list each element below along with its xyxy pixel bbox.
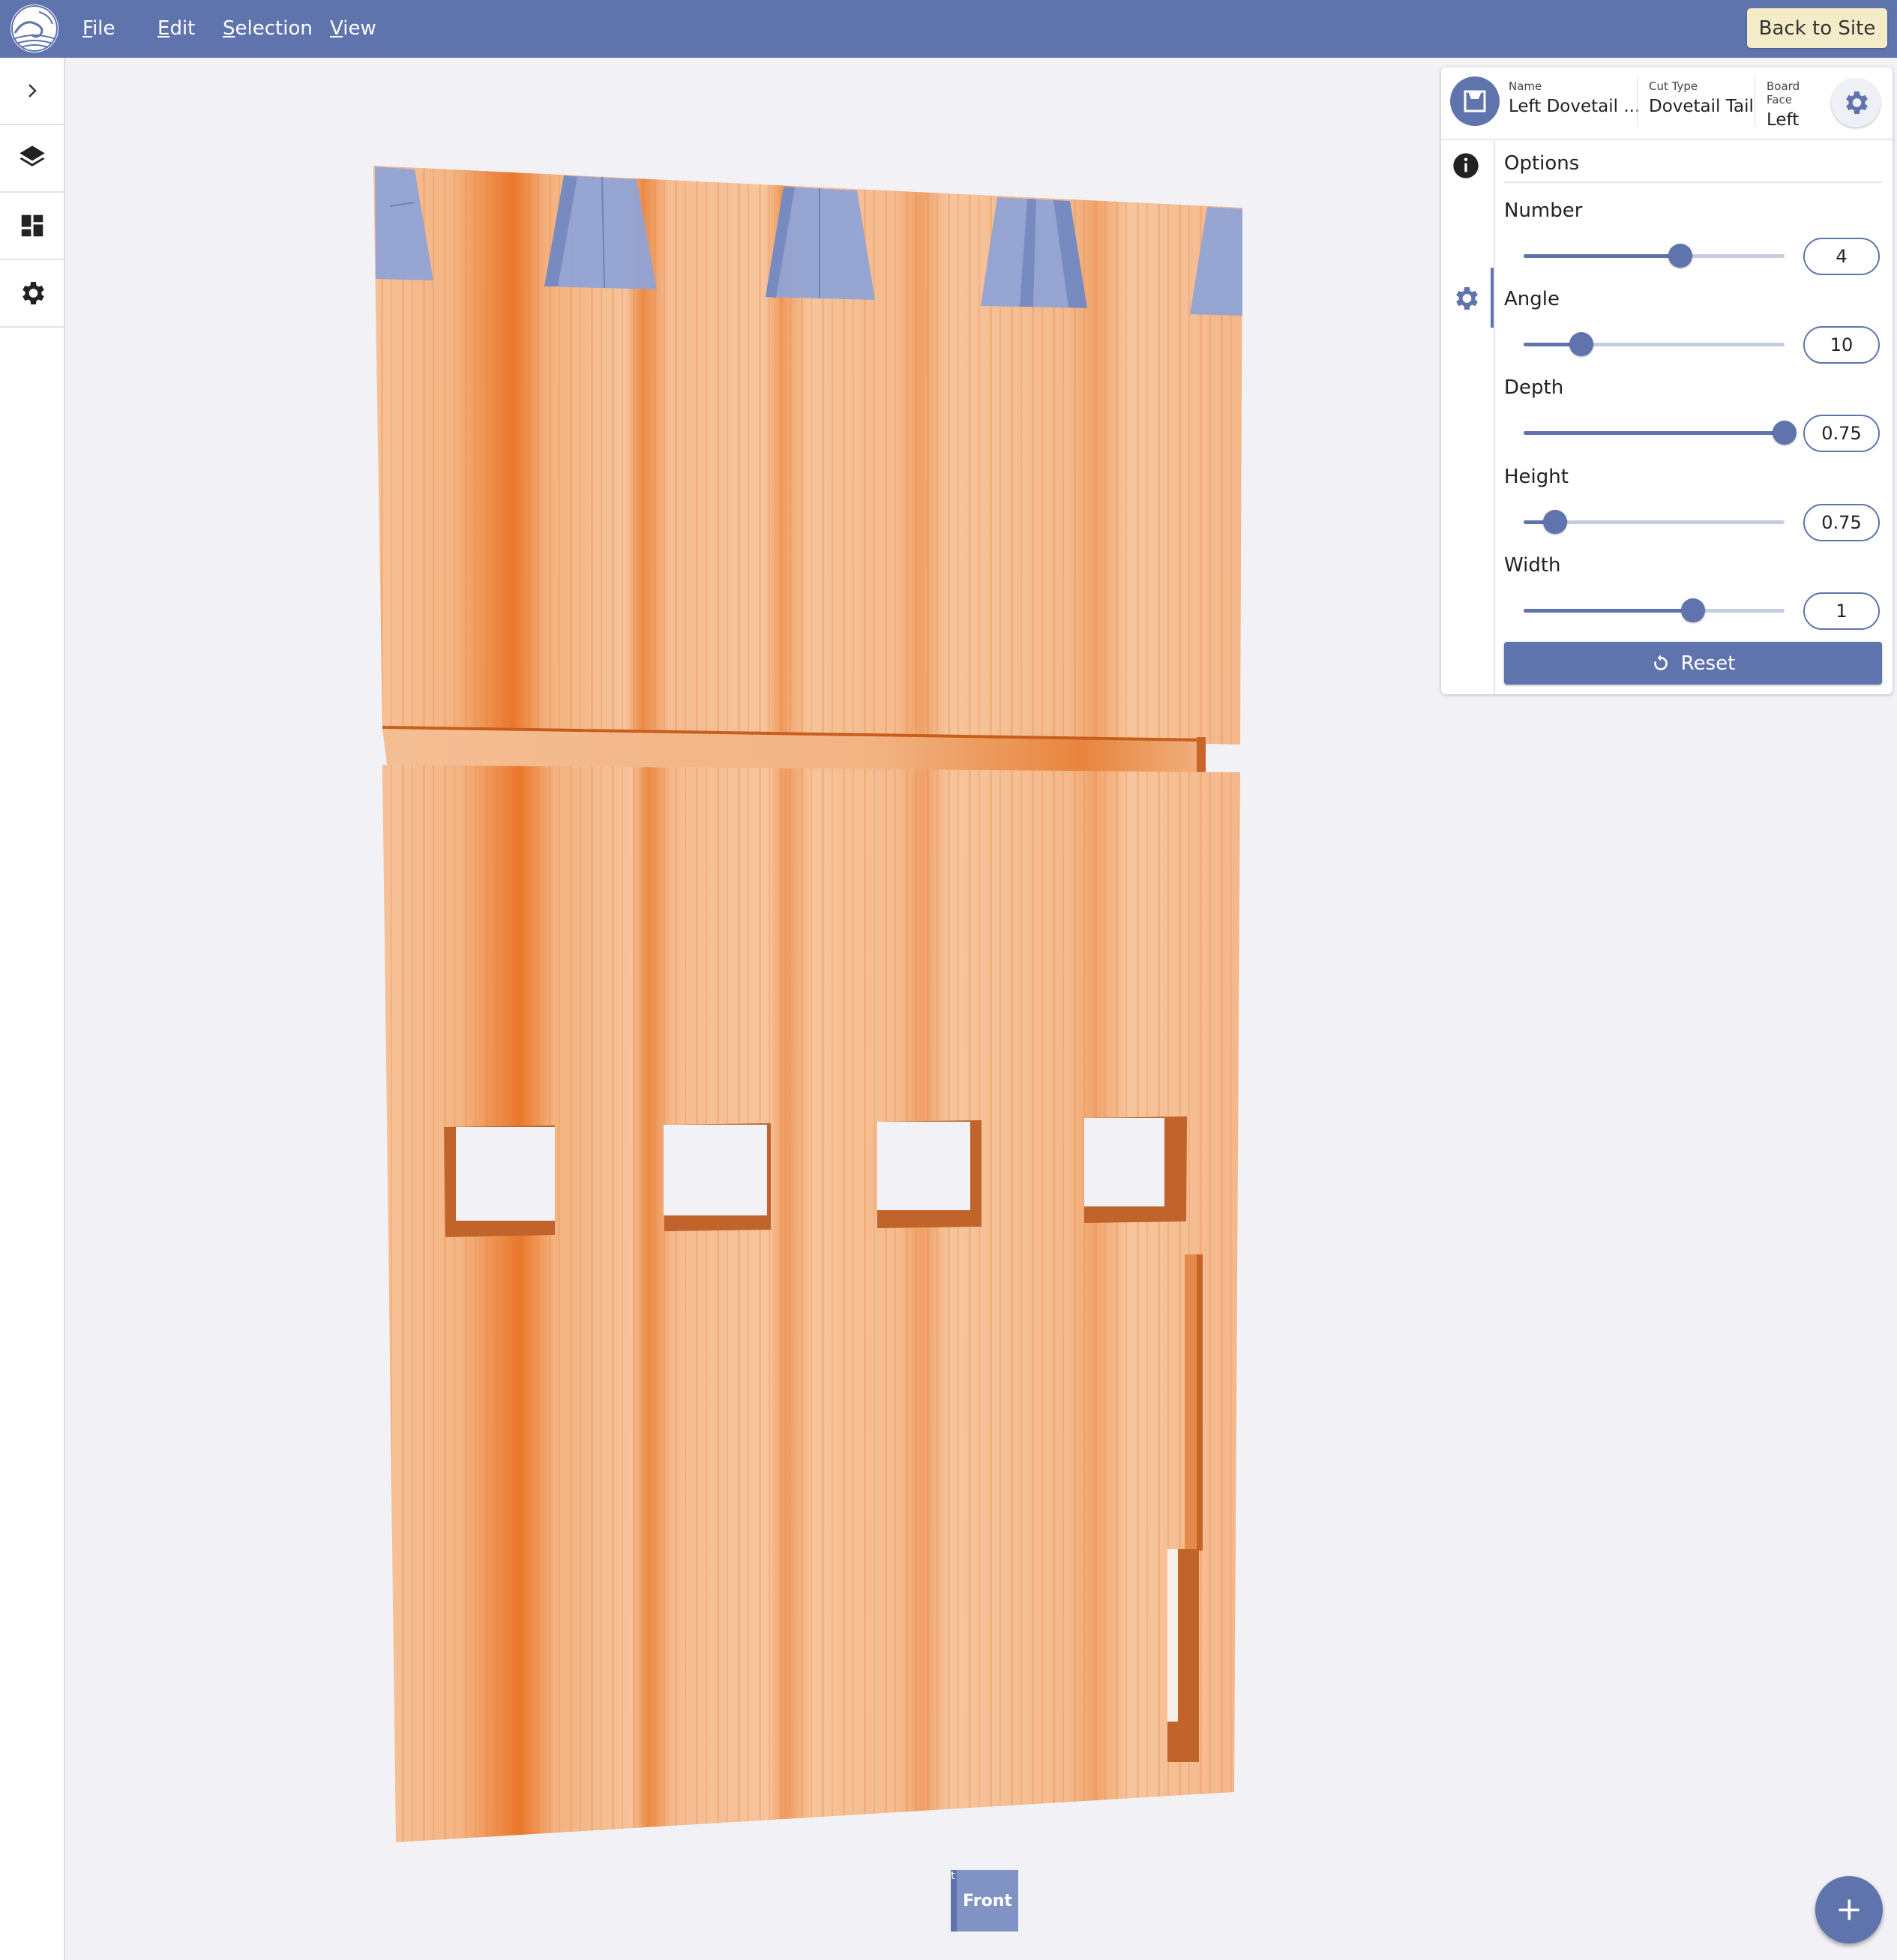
reset-label: Reset [1680, 652, 1736, 675]
left-sidebar [0, 58, 65, 1960]
chevron-right-icon [28, 84, 37, 97]
reset-button[interactable]: Reset [1504, 642, 1882, 685]
info-icon [1453, 153, 1479, 178]
angle-label: Angle [1504, 288, 1560, 310]
gear-icon [1456, 287, 1478, 310]
height-slider[interactable] [1524, 510, 1785, 534]
cut-type-value: Dovetail Tail [1649, 97, 1754, 116]
back-to-site-button[interactable]: Back to Site [1747, 8, 1887, 48]
slider-thumb[interactable] [1542, 510, 1567, 534]
number-label: Number [1504, 199, 1583, 222]
plus-icon [1839, 1899, 1860, 1920]
add-button[interactable] [1815, 1876, 1883, 1944]
depth-input[interactable]: 0.75 [1803, 415, 1880, 452]
slider-thumb[interactable] [1569, 332, 1593, 356]
name-value: Left Dovetail ... [1509, 97, 1641, 116]
slider-thumb[interactable] [1668, 244, 1692, 268]
slider-fill [1524, 254, 1680, 258]
slider-fill [1524, 609, 1694, 613]
cut-type-label: Cut Type [1649, 79, 1698, 93]
width-slider[interactable] [1524, 598, 1785, 622]
view-cube-front-label: Front [963, 1891, 1012, 1911]
menu-edit[interactable]: Edit [157, 13, 195, 43]
layers-button[interactable] [0, 125, 64, 193]
options-title: Options [1504, 148, 1882, 183]
settings-button[interactable] [0, 260, 64, 328]
view-cube[interactable]: t Front [951, 1870, 1018, 1932]
panel-tabs [1441, 140, 1495, 694]
angle-input[interactable]: 10 [1803, 326, 1880, 364]
name-field[interactable]: Name Left Dovetail ... [1509, 79, 1641, 124]
layers-icon [19, 145, 45, 166]
menu-view[interactable]: View [330, 13, 376, 43]
height-label: Height [1504, 466, 1569, 488]
menu-file[interactable]: File [82, 13, 115, 43]
name-label: Name [1509, 79, 1542, 93]
panel-header: Name Left Dovetail ... Cut Type Dovetail… [1441, 67, 1893, 140]
view-cube-side-label: t [951, 1870, 955, 1882]
top-menu-bar: File Edit Selection View Back to Site [0, 0, 1897, 58]
depth-label: Depth [1504, 376, 1564, 399]
dashboard-button[interactable] [0, 193, 64, 260]
board-face-field[interactable]: Board Face Left [1767, 79, 1828, 130]
active-tab-indicator [1491, 268, 1494, 328]
gear-icon [22, 282, 44, 304]
slider-thumb[interactable] [1773, 421, 1797, 445]
reset-icon [1653, 654, 1668, 670]
panel-settings-button[interactable] [1831, 78, 1881, 127]
board-face-label: Board Face [1767, 79, 1800, 106]
number-input[interactable]: 4 [1803, 238, 1880, 275]
gear-icon [1846, 91, 1868, 114]
width-input[interactable]: 1 [1803, 592, 1880, 630]
slider-fill [1524, 431, 1785, 435]
number-slider[interactable] [1524, 244, 1785, 268]
cut-type-icon [1450, 76, 1500, 126]
app-logo-icon[interactable] [10, 4, 58, 52]
info-tab[interactable] [1451, 151, 1481, 181]
slider-thumb[interactable] [1681, 598, 1706, 622]
options-tab[interactable] [1451, 283, 1481, 313]
cut-type-field[interactable]: Cut Type Dovetail Tail [1649, 79, 1754, 124]
menu-selection[interactable]: Selection [223, 13, 313, 43]
height-input[interactable]: 0.75 [1803, 504, 1880, 541]
expand-sidebar-button[interactable] [0, 58, 64, 125]
depth-slider[interactable] [1524, 421, 1797, 445]
angle-slider[interactable] [1524, 332, 1785, 356]
properties-panel: Name Left Dovetail ... Cut Type Dovetail… [1441, 67, 1893, 694]
dashboard-icon [21, 214, 43, 237]
divider [1637, 76, 1638, 126]
board-face-value: Left [1767, 110, 1800, 130]
view-cube-front-face[interactable]: Front [957, 1870, 1018, 1932]
width-label: Width [1504, 554, 1561, 577]
